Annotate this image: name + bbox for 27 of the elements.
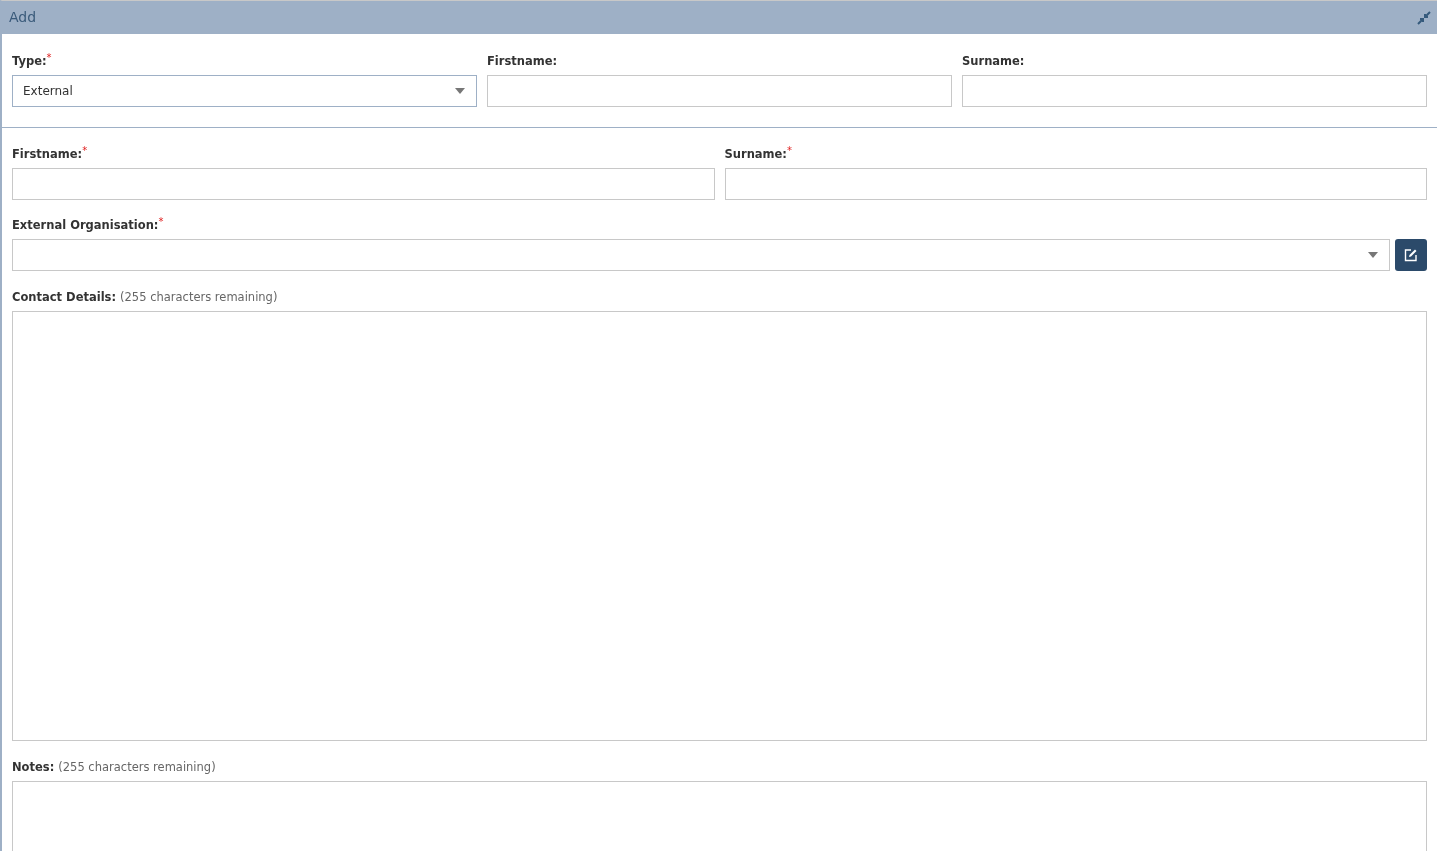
text-field[interactable] — [962, 75, 1427, 107]
characters-remaining: (255 characters remaining) — [58, 759, 216, 776]
required-mark: * — [158, 217, 164, 227]
field-label: Surname: — [962, 53, 1025, 70]
text-field[interactable] — [487, 75, 952, 107]
text-field[interactable] — [724, 168, 1427, 200]
field-label: Notes: — [12, 759, 55, 776]
field-label: Type: — [12, 54, 47, 70]
text-field[interactable] — [12, 168, 715, 200]
characters-remaining: (255 characters remaining) — [120, 289, 278, 306]
window-title: Add — [9, 8, 37, 27]
field-label: Firstname: — [12, 147, 83, 163]
field-label: External Organisation: — [12, 217, 159, 234]
required-mark: * — [46, 53, 52, 63]
dropdown-caret-icon — [455, 88, 465, 94]
edit-icon — [1404, 248, 1418, 262]
collapse-icon[interactable] — [1417, 10, 1431, 25]
select-field[interactable] — [12, 239, 1390, 271]
field-label: Firstname: — [487, 53, 558, 70]
field-label: Surname: — [724, 147, 787, 163]
text-area[interactable] — [12, 311, 1427, 741]
required-mark: * — [787, 146, 792, 156]
required-mark: * — [82, 146, 88, 156]
edit-button[interactable] — [1395, 239, 1427, 271]
select-field[interactable]: External — [12, 75, 477, 107]
dropdown-caret-icon — [1368, 252, 1378, 258]
field-label: Contact Details: — [12, 289, 117, 306]
